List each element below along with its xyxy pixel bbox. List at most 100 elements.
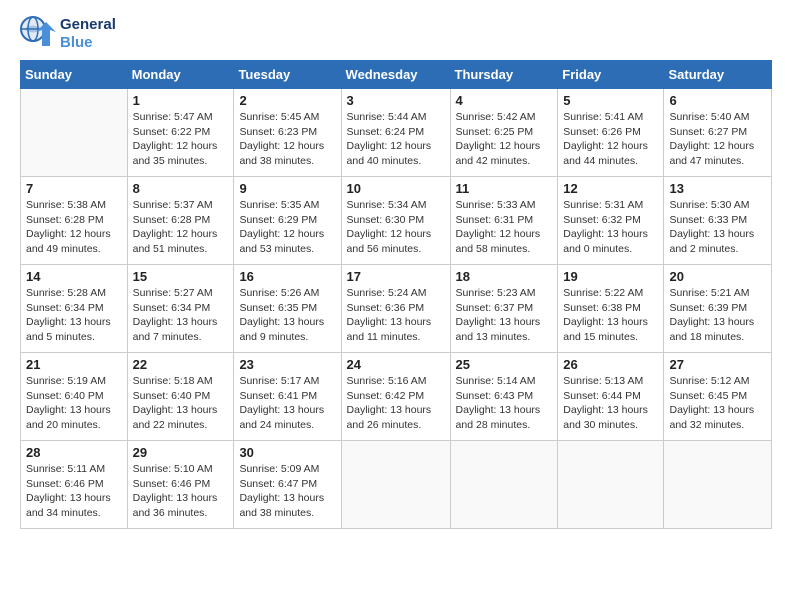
day-info: Sunrise: 5:30 AM Sunset: 6:33 PM Dayligh… — [669, 198, 766, 257]
day-number: 30 — [239, 445, 335, 460]
day-number: 16 — [239, 269, 335, 284]
day-number: 14 — [26, 269, 122, 284]
calendar-cell: 25 Sunrise: 5:14 AM Sunset: 6:43 PM Dayli… — [450, 353, 558, 441]
day-number: 17 — [347, 269, 445, 284]
weekday-header-saturday: Saturday — [664, 61, 772, 89]
calendar-cell: 23 Sunrise: 5:17 AM Sunset: 6:41 PM Dayli… — [234, 353, 341, 441]
day-number: 2 — [239, 93, 335, 108]
day-info: Sunrise: 5:41 AM Sunset: 6:26 PM Dayligh… — [563, 110, 658, 169]
logo-line1: General — [60, 16, 116, 34]
calendar-cell — [664, 441, 772, 529]
weekday-header-friday: Friday — [558, 61, 664, 89]
day-number: 3 — [347, 93, 445, 108]
calendar-cell — [341, 441, 450, 529]
day-info: Sunrise: 5:16 AM Sunset: 6:42 PM Dayligh… — [347, 374, 445, 433]
calendar-cell: 4Sunrise: 5:42 AM Sunset: 6:25 PM Daylig… — [450, 89, 558, 177]
day-info: Sunrise: 5:38 AM Sunset: 6:28 PM Dayligh… — [26, 198, 122, 257]
day-number: 29 — [133, 445, 229, 460]
day-number: 5 — [563, 93, 658, 108]
day-number: 19 — [563, 269, 658, 284]
calendar-cell — [21, 89, 128, 177]
day-info: Sunrise: 5:17 AM Sunset: 6:41 PM Dayligh… — [239, 374, 335, 433]
calendar-cell: 9 Sunrise: 5:35 AM Sunset: 6:29 PM Daylig… — [234, 177, 341, 265]
calendar-cell: 30 Sunrise: 5:09 AM Sunset: 6:47 PM Dayli… — [234, 441, 341, 529]
day-info: Sunrise: 5:35 AM Sunset: 6:29 PM Dayligh… — [239, 198, 335, 257]
day-info: Sunrise: 5:11 AM Sunset: 6:46 PM Dayligh… — [26, 462, 122, 521]
calendar-cell: 27Sunrise: 5:12 AM Sunset: 6:45 PM Dayli… — [664, 353, 772, 441]
day-info: Sunrise: 5:24 AM Sunset: 6:36 PM Dayligh… — [347, 286, 445, 345]
day-info: Sunrise: 5:44 AM Sunset: 6:24 PM Dayligh… — [347, 110, 445, 169]
day-info: Sunrise: 5:22 AM Sunset: 6:38 PM Dayligh… — [563, 286, 658, 345]
day-info: Sunrise: 5:45 AM Sunset: 6:23 PM Dayligh… — [239, 110, 335, 169]
day-info: Sunrise: 5:18 AM Sunset: 6:40 PM Dayligh… — [133, 374, 229, 433]
day-number: 6 — [669, 93, 766, 108]
calendar-cell: 15 Sunrise: 5:27 AM Sunset: 6:34 PM Dayli… — [127, 265, 234, 353]
day-info: Sunrise: 5:19 AM Sunset: 6:40 PM Dayligh… — [26, 374, 122, 433]
logo: General Blue — [20, 16, 116, 52]
day-number: 27 — [669, 357, 766, 372]
day-info: Sunrise: 5:09 AM Sunset: 6:47 PM Dayligh… — [239, 462, 335, 521]
day-number: 8 — [133, 181, 229, 196]
day-number: 12 — [563, 181, 658, 196]
calendar-cell: 24 Sunrise: 5:16 AM Sunset: 6:42 PM Dayli… — [341, 353, 450, 441]
calendar-cell — [558, 441, 664, 529]
calendar-cell: 19 Sunrise: 5:22 AM Sunset: 6:38 PM Dayli… — [558, 265, 664, 353]
calendar-cell: 8 Sunrise: 5:37 AM Sunset: 6:28 PM Daylig… — [127, 177, 234, 265]
day-info: Sunrise: 5:13 AM Sunset: 6:44 PM Dayligh… — [563, 374, 658, 433]
calendar-cell: 13 Sunrise: 5:30 AM Sunset: 6:33 PM Dayli… — [664, 177, 772, 265]
day-number: 10 — [347, 181, 445, 196]
day-number: 23 — [239, 357, 335, 372]
weekday-header-thursday: Thursday — [450, 61, 558, 89]
calendar-cell: 28 Sunrise: 5:11 AM Sunset: 6:46 PM Dayli… — [21, 441, 128, 529]
day-info: Sunrise: 5:33 AM Sunset: 6:31 PM Dayligh… — [456, 198, 553, 257]
calendar-cell: 14 Sunrise: 5:28 AM Sunset: 6:34 PM Dayli… — [21, 265, 128, 353]
calendar-cell: 26Sunrise: 5:13 AM Sunset: 6:44 PM Dayli… — [558, 353, 664, 441]
calendar-cell: 12 Sunrise: 5:31 AM Sunset: 6:32 PM Dayli… — [558, 177, 664, 265]
day-number: 9 — [239, 181, 335, 196]
day-info: Sunrise: 5:14 AM Sunset: 6:43 PM Dayligh… — [456, 374, 553, 433]
general-blue-logo-icon — [20, 16, 56, 52]
calendar-cell: 20 Sunrise: 5:21 AM Sunset: 6:39 PM Dayli… — [664, 265, 772, 353]
day-info: Sunrise: 5:21 AM Sunset: 6:39 PM Dayligh… — [669, 286, 766, 345]
calendar-cell: 22 Sunrise: 5:18 AM Sunset: 6:40 PM Dayli… — [127, 353, 234, 441]
calendar-cell: 17 Sunrise: 5:24 AM Sunset: 6:36 PM Dayli… — [341, 265, 450, 353]
day-number: 25 — [456, 357, 553, 372]
day-number: 7 — [26, 181, 122, 196]
calendar-cell: 10 Sunrise: 5:34 AM Sunset: 6:30 PM Dayli… — [341, 177, 450, 265]
calendar-cell: 18 Sunrise: 5:23 AM Sunset: 6:37 PM Dayli… — [450, 265, 558, 353]
calendar-cell: 29 Sunrise: 5:10 AM Sunset: 6:46 PM Dayli… — [127, 441, 234, 529]
day-info: Sunrise: 5:34 AM Sunset: 6:30 PM Dayligh… — [347, 198, 445, 257]
day-number: 24 — [347, 357, 445, 372]
day-number: 15 — [133, 269, 229, 284]
day-number: 18 — [456, 269, 553, 284]
weekday-header-tuesday: Tuesday — [234, 61, 341, 89]
day-info: Sunrise: 5:27 AM Sunset: 6:34 PM Dayligh… — [133, 286, 229, 345]
day-number: 1 — [133, 93, 229, 108]
day-info: Sunrise: 5:37 AM Sunset: 6:28 PM Dayligh… — [133, 198, 229, 257]
weekday-header-monday: Monday — [127, 61, 234, 89]
calendar-cell: 21 Sunrise: 5:19 AM Sunset: 6:40 PM Dayli… — [21, 353, 128, 441]
day-info: Sunrise: 5:28 AM Sunset: 6:34 PM Dayligh… — [26, 286, 122, 345]
calendar-cell — [450, 441, 558, 529]
day-info: Sunrise: 5:23 AM Sunset: 6:37 PM Dayligh… — [456, 286, 553, 345]
day-number: 21 — [26, 357, 122, 372]
logo-line2: Blue — [60, 34, 116, 52]
day-number: 20 — [669, 269, 766, 284]
day-info: Sunrise: 5:47 AM Sunset: 6:22 PM Dayligh… — [133, 110, 229, 169]
weekday-header-wednesday: Wednesday — [341, 61, 450, 89]
day-number: 13 — [669, 181, 766, 196]
calendar-table: SundayMondayTuesdayWednesdayThursdayFrid… — [20, 60, 772, 529]
day-number: 28 — [26, 445, 122, 460]
calendar-cell: 11 Sunrise: 5:33 AM Sunset: 6:31 PM Dayli… — [450, 177, 558, 265]
day-number: 22 — [133, 357, 229, 372]
day-info: Sunrise: 5:26 AM Sunset: 6:35 PM Dayligh… — [239, 286, 335, 345]
day-info: Sunrise: 5:31 AM Sunset: 6:32 PM Dayligh… — [563, 198, 658, 257]
calendar-cell: 16 Sunrise: 5:26 AM Sunset: 6:35 PM Dayli… — [234, 265, 341, 353]
calendar-cell: 6 Sunrise: 5:40 AM Sunset: 6:27 PM Daylig… — [664, 89, 772, 177]
day-number: 11 — [456, 181, 553, 196]
day-info: Sunrise: 5:40 AM Sunset: 6:27 PM Dayligh… — [669, 110, 766, 169]
day-info: Sunrise: 5:10 AM Sunset: 6:46 PM Dayligh… — [133, 462, 229, 521]
calendar-cell: 7 Sunrise: 5:38 AM Sunset: 6:28 PM Daylig… — [21, 177, 128, 265]
calendar-cell: 1 Sunrise: 5:47 AM Sunset: 6:22 PM Daylig… — [127, 89, 234, 177]
calendar-cell: 2 Sunrise: 5:45 AM Sunset: 6:23 PM Daylig… — [234, 89, 341, 177]
